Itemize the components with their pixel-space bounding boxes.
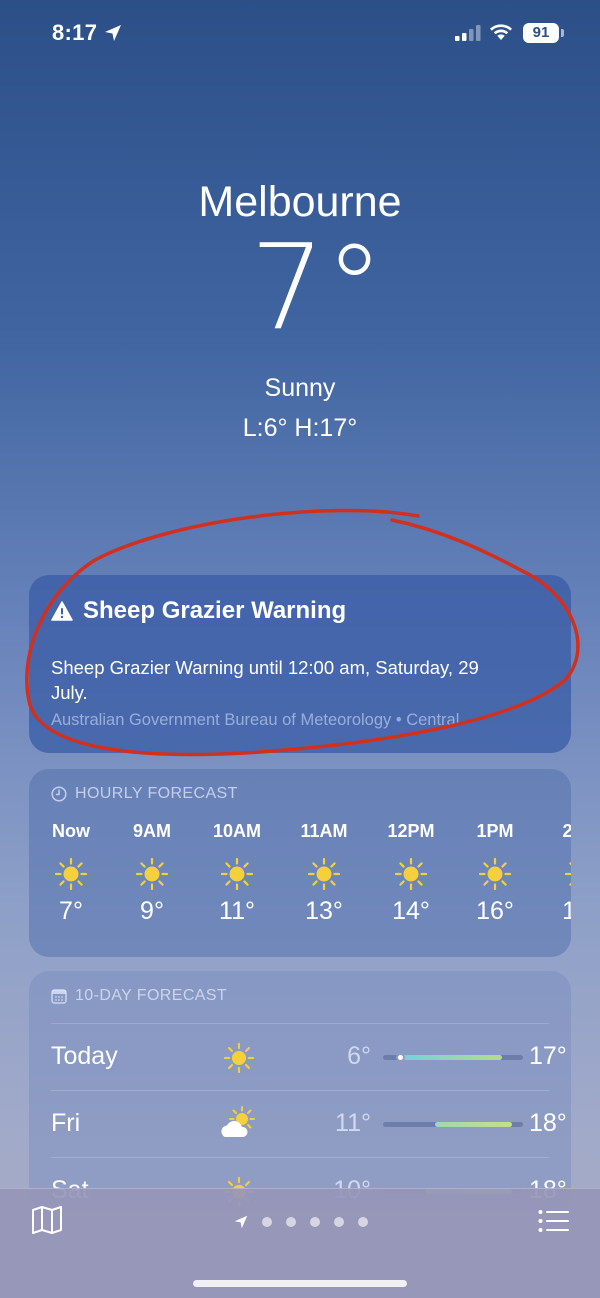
ten-day-forecast-card[interactable]: 10-DAY FORECAST Today6°17°Fri 11°18°Sat1… — [29, 971, 571, 1211]
hour-label: 2PM — [562, 821, 571, 841]
page-dot — [334, 1217, 344, 1227]
hourly-item: 1PM 16° — [455, 821, 535, 926]
hour-label: 12PM — [387, 821, 435, 841]
sun-icon — [478, 857, 512, 891]
ten-day-forecast-title: 10-DAY FORECAST — [75, 987, 228, 1004]
page-dot — [286, 1217, 296, 1227]
hour-temperature: 9° — [140, 897, 164, 925]
location-arrow-icon — [105, 25, 121, 41]
hour-label: Now — [52, 821, 90, 841]
status-time: 8:17 — [52, 20, 98, 45]
clock-icon — [51, 786, 67, 802]
list-icon[interactable] — [538, 1209, 570, 1233]
sun-icon — [307, 857, 341, 891]
temperature-range-bar — [383, 1122, 523, 1127]
day-high-temperature: 17° — [529, 1042, 567, 1070]
hour-temperature: 11° — [219, 897, 255, 925]
hourly-item: 10AM 11° — [197, 821, 277, 926]
ten-day-forecast-header: 10-DAY FORECAST — [51, 987, 227, 1005]
hourly-item: 12PM 14° — [371, 821, 451, 926]
bottom-toolbar — [0, 1188, 600, 1298]
page-dot — [358, 1217, 368, 1227]
home-indicator — [193, 1280, 407, 1287]
sun-icon — [564, 857, 571, 891]
current-condition: Sunny — [264, 374, 336, 402]
hour-temperature: 16° — [476, 897, 514, 925]
hourly-forecast-list[interactable]: Now7°9AM9°10AM11°11AM13°12PM14°1PM16°2PM… — [29, 821, 571, 941]
current-temperature-marker — [395, 1053, 405, 1062]
temperature-range-bar — [383, 1053, 523, 1062]
battery-indicator: 91 — [523, 23, 559, 43]
hour-temperature: 16° — [562, 897, 571, 925]
status-bar: 8:17 91 — [0, 0, 600, 70]
hour-label: 11AM — [300, 821, 348, 841]
calendar-icon — [51, 989, 67, 1004]
day-high-temperature: 18° — [529, 1109, 567, 1137]
sun-icon — [54, 857, 88, 891]
sun-icon — [223, 1042, 263, 1082]
temperature-range-fill — [397, 1055, 502, 1060]
page-indicator[interactable] — [234, 1215, 368, 1229]
hourly-item: 11AM 13° — [284, 821, 364, 926]
hourly-forecast-card[interactable]: HOURLY FORECAST Now 7° 9AM 9° 10AM 11° 11AM 13°… — [29, 769, 571, 957]
alert-title-row: Sheep Grazier Warning — [51, 597, 346, 625]
alert-body: Sheep Grazier Warning until 12:00 am, Sa… — [51, 657, 479, 703]
daily-forecast-row[interactable]: Today 6° 17° — [51, 1023, 567, 1089]
hour-temperature: 13° — [305, 897, 343, 925]
hourly-item: 9AM 9° — [112, 821, 192, 926]
cellular-signal-icon — [455, 25, 481, 41]
hour-label: 9AM — [132, 821, 171, 841]
page-dot — [262, 1217, 272, 1227]
day-name: Fri — [51, 1109, 81, 1137]
daily-forecast-row[interactable]: Fri 11° 18° — [51, 1090, 567, 1156]
high-low-temperature: L:6° H:17° — [242, 414, 358, 442]
hourly-item: Now 7° — [31, 821, 111, 926]
partly-cloudy-icon — [219, 1105, 259, 1145]
hour-label: 10AM — [212, 821, 261, 841]
hour-label: 1PM — [476, 821, 514, 841]
alert-source: Australian Government Bureau of Meteorol… — [51, 711, 460, 729]
current-location-icon — [234, 1215, 248, 1229]
sun-icon — [220, 857, 254, 891]
hour-temperature: 14° — [392, 897, 430, 925]
day-low-temperature: 6° — [347, 1042, 371, 1070]
hourly-forecast-header: HOURLY FORECAST — [51, 785, 238, 803]
sun-icon — [394, 857, 428, 891]
current-temperature: 7° — [249, 218, 385, 356]
hour-temperature: 7° — [59, 897, 83, 925]
day-low-temperature: 11° — [335, 1109, 371, 1137]
hourly-forecast-title: HOURLY FORECAST — [75, 785, 238, 802]
temperature-range-fill — [434, 1122, 512, 1127]
hourly-item: 2PM 16° — [541, 821, 571, 926]
weather-alert-card[interactable]: Sheep Grazier Warning Sheep Grazier Warn… — [29, 575, 571, 753]
sun-icon — [135, 857, 169, 891]
map-icon[interactable] — [31, 1205, 63, 1235]
wifi-icon — [490, 24, 512, 40]
page-dot — [310, 1217, 320, 1227]
warning-icon — [51, 601, 73, 621]
alert-title: Sheep Grazier Warning — [83, 597, 347, 624]
battery-tip — [561, 29, 564, 37]
day-name: Today — [51, 1042, 118, 1070]
